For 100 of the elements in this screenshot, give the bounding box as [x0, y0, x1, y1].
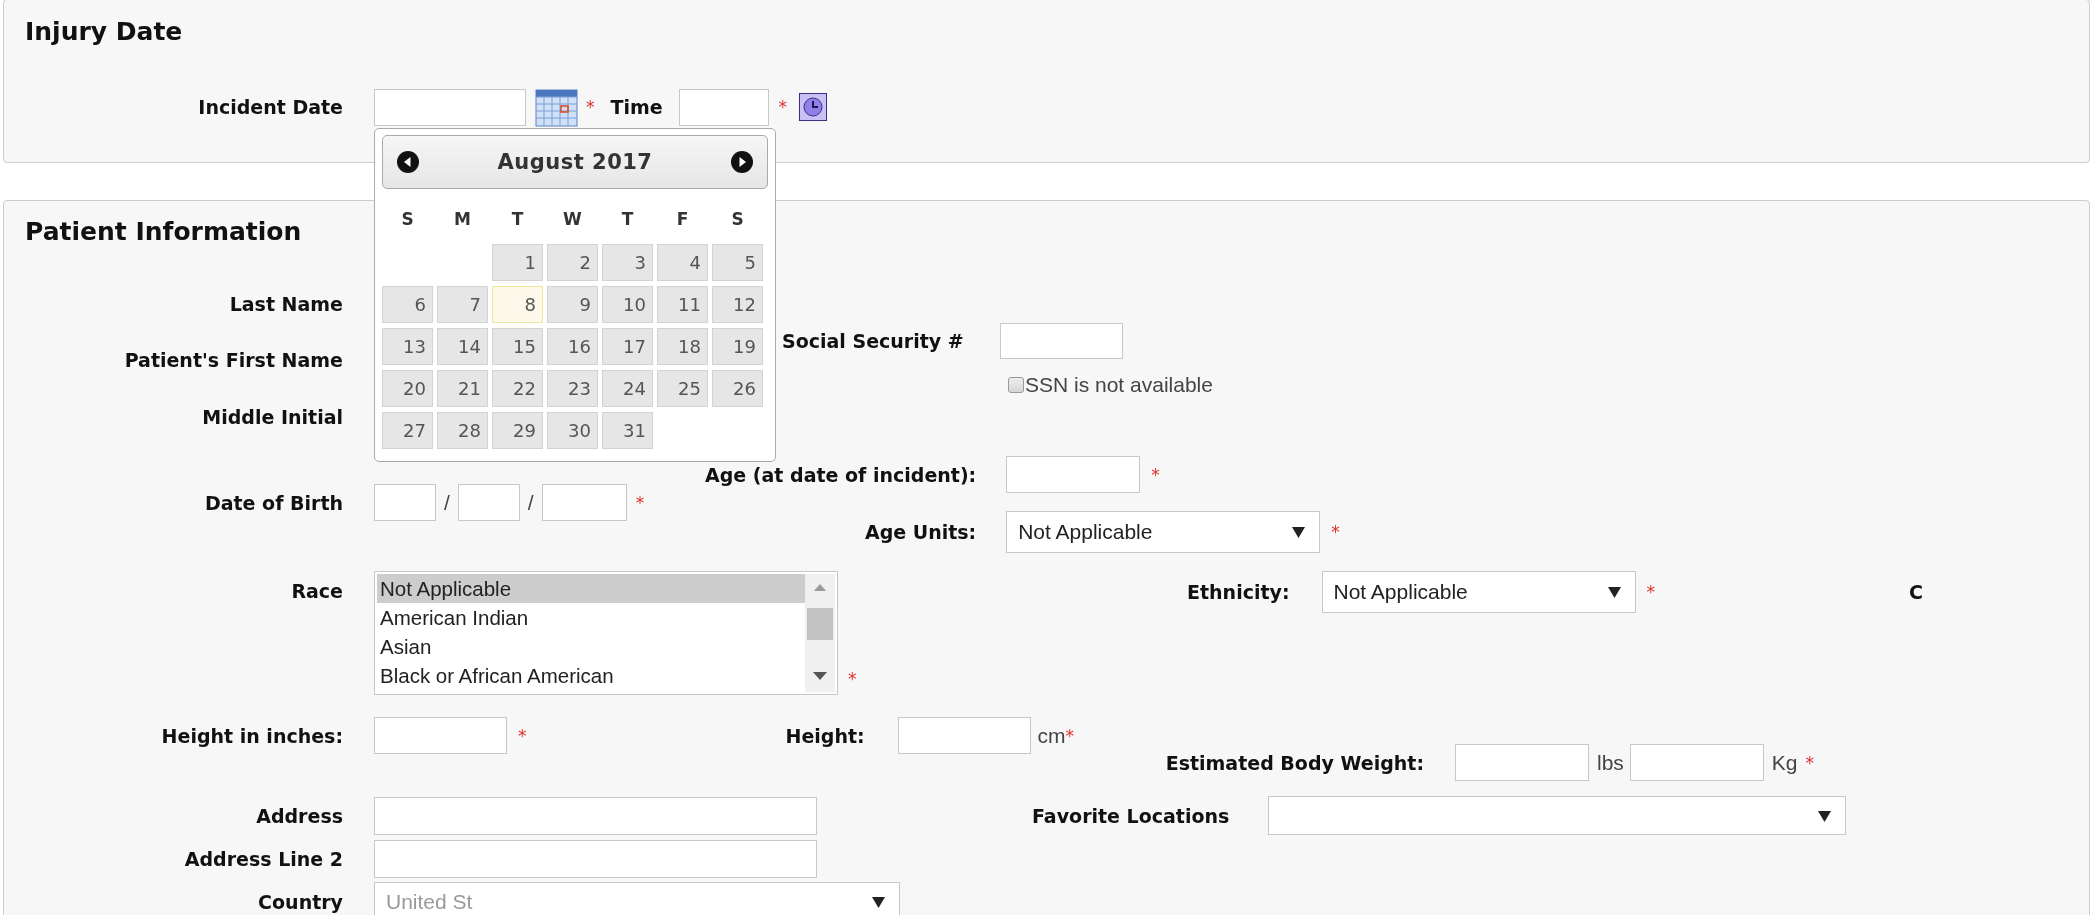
- calendar-day[interactable]: 2: [547, 244, 598, 281]
- field-label: Height:: [785, 724, 866, 747]
- previous-month-icon[interactable]: [397, 151, 419, 173]
- section-title: Injury Date: [25, 16, 183, 46]
- required-mark: *: [518, 725, 527, 746]
- scrollbar[interactable]: [805, 574, 835, 692]
- calendar-day[interactable]: 22: [492, 370, 543, 407]
- calendar-day[interactable]: 6: [382, 286, 433, 323]
- height-cm-input[interactable]: [897, 717, 1031, 754]
- required-mark: *: [1065, 725, 1074, 746]
- required-mark: *: [848, 669, 857, 689]
- calendar-day[interactable]: 10: [602, 286, 653, 323]
- calendar-day[interactable]: 21: [437, 370, 488, 407]
- day-input[interactable]: [457, 484, 520, 521]
- date-input[interactable]: [374, 88, 526, 126]
- field-label: Date of Birth: [203, 491, 343, 514]
- calendar-day[interactable]: 11: [657, 286, 708, 323]
- weekday-label: S: [400, 208, 415, 231]
- address-input[interactable]: [374, 840, 817, 878]
- calendar-day[interactable]: 31: [602, 412, 653, 449]
- height-inches-input[interactable]: [374, 717, 507, 754]
- list-option[interactable]: Black or African American: [377, 661, 805, 690]
- checkbox-label: SSN is not available: [1025, 373, 1213, 397]
- month-input[interactable]: [374, 484, 436, 521]
- calendar-day[interactable]: 17: [602, 328, 653, 365]
- favorite-locations-dropdown[interactable]: [1268, 796, 1846, 835]
- field-label: C: [1909, 581, 1924, 603]
- ethnicity-dropdown[interactable]: Not Applicable: [1321, 571, 1636, 613]
- calendar-day[interactable]: 23: [547, 370, 598, 407]
- time-input[interactable]: [678, 88, 769, 126]
- month-title: August 2017: [497, 150, 653, 174]
- weekday-label: T: [510, 208, 525, 231]
- required-mark: *: [635, 492, 645, 513]
- weekday-label: T: [620, 208, 635, 231]
- weight-input[interactable]: [1455, 744, 1589, 781]
- field-label: Height in inches:: [160, 724, 343, 747]
- checkbox[interactable]: [1008, 377, 1024, 393]
- required-mark: *: [778, 97, 787, 117]
- clock-icon[interactable]: [799, 93, 827, 121]
- field-label: Address Line 2: [183, 848, 343, 870]
- calendar-day[interactable]: 29: [492, 412, 543, 449]
- required-mark: *: [1805, 752, 1815, 773]
- calendar-day[interactable]: 25: [657, 370, 708, 407]
- calendar-day[interactable]: 8: [492, 286, 543, 323]
- field-label: Ethnicity:: [1186, 581, 1290, 603]
- calendar-day[interactable]: 16: [547, 328, 598, 365]
- calendar-day[interactable]: 7: [437, 286, 488, 323]
- required-mark: *: [586, 97, 595, 117]
- weekday-label: F: [675, 208, 690, 231]
- calendar-day[interactable]: 30: [547, 412, 598, 449]
- list-option[interactable]: American Indian: [377, 603, 805, 632]
- calendar-day[interactable]: 26: [712, 370, 763, 407]
- calendar-day[interactable]: 27: [382, 412, 433, 449]
- ssn-input[interactable]: [1000, 323, 1123, 359]
- caret-icon: [1607, 586, 1621, 598]
- weight-input[interactable]: [1629, 744, 1764, 781]
- address-input[interactable]: [374, 796, 817, 835]
- calendar-day[interactable]: 13: [382, 328, 433, 365]
- required-mark: *: [1151, 464, 1160, 485]
- unit-label: Kg: [1771, 750, 1798, 775]
- field-label: Last Name: [228, 293, 343, 315]
- date-separator: /: [527, 490, 534, 515]
- calendar-day[interactable]: 28: [437, 412, 488, 449]
- unit-label: lbs: [1597, 750, 1624, 775]
- calendar-day[interactable]: 14: [437, 328, 488, 365]
- calendar-day[interactable]: 20: [382, 370, 433, 407]
- caret-icon: [1818, 809, 1831, 822]
- calendar-day[interactable]: 4: [657, 244, 708, 281]
- field-label: Time: [610, 96, 664, 118]
- unit-label: cm: [1037, 723, 1066, 748]
- field-label: Age (at date of incident):: [704, 463, 977, 486]
- calendar-day[interactable]: 18: [657, 328, 708, 365]
- year-input[interactable]: [541, 484, 627, 521]
- calendar-day[interactable]: 5: [712, 244, 763, 281]
- weekday-label: S: [730, 208, 745, 231]
- calendar-day[interactable]: 9: [547, 286, 598, 323]
- field-label: Incident Date: [197, 96, 343, 118]
- age-input[interactable]: [1006, 456, 1141, 493]
- caret-icon: [1292, 526, 1306, 538]
- list-option[interactable]: Asian: [377, 632, 805, 661]
- list-option[interactable]: Not Applicable: [377, 574, 805, 603]
- weekday-label: W: [562, 208, 583, 231]
- calendar-day[interactable]: 1: [492, 244, 543, 281]
- weekday-label: M: [453, 208, 472, 231]
- calendar-icon[interactable]: [535, 87, 578, 127]
- field-label: Estimated Body Weight:: [1164, 751, 1424, 774]
- age-units-dropdown[interactable]: Not Applicable: [1006, 511, 1321, 553]
- next-month-icon[interactable]: [731, 151, 753, 173]
- required-mark: *: [1646, 582, 1655, 602]
- calendar-day[interactable]: 15: [492, 328, 543, 365]
- field-label: Address: [255, 804, 343, 827]
- calendar-day[interactable]: 12: [712, 286, 763, 323]
- race-listbox[interactable]: Not Applicable American Indian Asian Black or African American: [374, 571, 838, 695]
- required-mark: *: [1331, 522, 1340, 542]
- field-label: Race: [290, 580, 343, 602]
- caret-icon: [872, 896, 885, 908]
- calendar-day[interactable]: 24: [602, 370, 653, 407]
- field-label: Age Units:: [863, 521, 977, 543]
- calendar-day[interactable]: 3: [602, 244, 653, 281]
- calendar-day[interactable]: 19: [712, 328, 763, 365]
